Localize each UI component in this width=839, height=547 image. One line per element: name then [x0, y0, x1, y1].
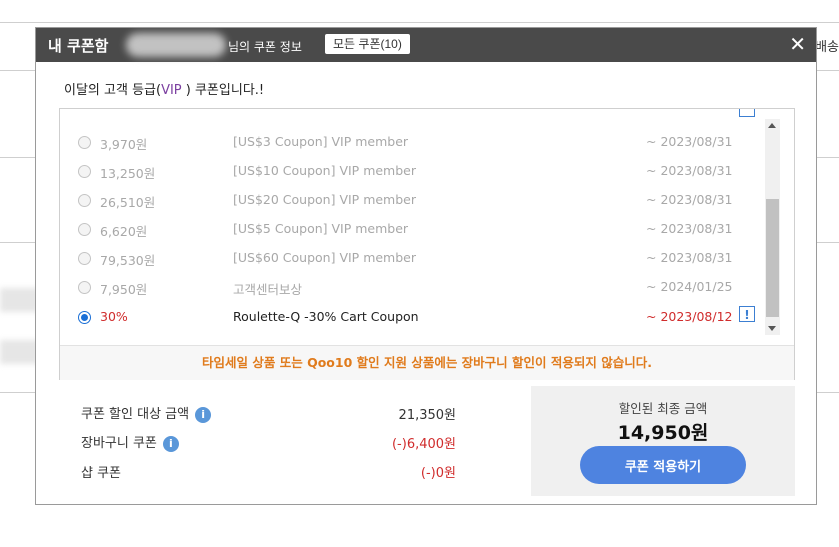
cart-coupon-text: 장바구니 쿠폰	[81, 436, 157, 451]
coupon-expiry: ~ 2024/01/25	[646, 279, 733, 294]
coupon-radio[interactable]	[78, 165, 91, 178]
blurred-username	[126, 33, 226, 57]
modal-header: 내 쿠폰함 님의 쿠폰 정보 모든 쿠폰(10) ✕	[36, 28, 816, 62]
scroll-thumb[interactable]	[766, 199, 779, 317]
coupon-radio-selected[interactable]	[78, 311, 91, 324]
coupon-amount: 7,950원	[100, 282, 148, 297]
cart-discount-warning: 타임세일 상품 또는 Qoo10 할인 지원 상품에는 장바구니 할인이 적용되…	[60, 345, 794, 380]
shop-coupon-label: 샵 쿠폰	[81, 466, 122, 481]
scrollbar[interactable]	[765, 119, 780, 335]
coupon-radio[interactable]	[78, 252, 91, 265]
target-amount-value: 21,350원	[398, 408, 456, 423]
coupon-expiry: ~ 2023/08/31	[646, 192, 733, 207]
coupon-modal: 내 쿠폰함 님의 쿠폰 정보 모든 쿠폰(10) ✕ 이달의 고객 등급(VIP…	[35, 27, 817, 505]
grade-suffix: ) 쿠폰입니다.!	[181, 83, 265, 98]
target-amount-label: 쿠폰 할인 대상 금액 i	[81, 403, 212, 423]
grade-notice: 이달의 고객 등급(VIP ) 쿠폰입니다.!	[64, 79, 264, 98]
final-amount-value: 14,950원	[617, 422, 709, 444]
coupon-amount: 26,510원	[100, 195, 156, 210]
coupon-expiry: ~ 2023/08/31	[646, 134, 733, 149]
scroll-up-icon[interactable]	[768, 123, 776, 128]
coupon-row[interactable]: 7,950원 고객센터보상 ~ 2024/01/25	[60, 274, 766, 303]
coupon-name: Roulette-Q -30% Cart Coupon	[233, 309, 419, 324]
coupon-row[interactable]: 13,250원 [US$10 Coupon] VIP member ~ 2023…	[60, 158, 766, 187]
coupon-name: [US$3 Coupon] VIP member	[233, 134, 409, 149]
coupon-radio[interactable]	[78, 223, 91, 236]
coupon-row[interactable]: 79,530원 [US$60 Coupon] VIP member ~ 2023…	[60, 245, 766, 274]
cart-coupon-label: 장바구니 쿠폰 i	[81, 432, 179, 452]
bg-delivery-text: 배송	[815, 40, 839, 55]
coupon-row[interactable]: 6,620원 [US$5 Coupon] VIP member ~ 2023/0…	[60, 216, 766, 245]
coupon-amount: 79,530원	[100, 253, 156, 268]
info-icon[interactable]: i	[195, 406, 212, 423]
final-amount-label: 할인된 최종 금액	[618, 401, 708, 416]
apply-coupon-button[interactable]: 쿠폰 적용하기	[580, 446, 746, 484]
grade-prefix: 이달의 고객 등급(	[64, 83, 162, 98]
bg-blurred-item	[0, 340, 40, 364]
modal-subtitle: 님의 쿠폰 정보	[228, 40, 302, 54]
coupon-name: [US$10 Coupon] VIP member	[233, 163, 417, 178]
coupon-amount: 6,620원	[100, 224, 148, 239]
cart-coupon-value: (-)6,400원	[391, 437, 456, 452]
shop-coupon-value: (-)0원	[420, 466, 456, 481]
target-amount-text: 쿠폰 할인 대상 금액	[81, 407, 190, 422]
coupon-amount: 3,970원	[100, 137, 148, 152]
coupon-radio[interactable]	[78, 281, 91, 294]
bg-divider	[0, 22, 839, 23]
final-amount-panel: 할인된 최종 금액 14,950원 쿠폰 적용하기	[531, 386, 795, 496]
coupon-expiry: ~ 2023/08/31	[646, 163, 733, 178]
exclamation-icon[interactable]: !	[739, 306, 755, 322]
coupon-row[interactable]: 26,510원 [US$20 Coupon] VIP member ~ 2023…	[60, 187, 766, 216]
coupon-expiry: ~ 2023/08/12	[646, 309, 733, 324]
coupon-name: [US$5 Coupon] VIP member	[233, 221, 409, 236]
coupon-row[interactable]: 3,970원 [US$3 Coupon] VIP member ~ 2023/0…	[60, 129, 766, 158]
close-icon[interactable]: ✕	[789, 32, 806, 56]
coupon-radio[interactable]	[78, 136, 91, 149]
grade-vip: VIP	[161, 83, 182, 98]
coupon-name: [US$20 Coupon] VIP member	[233, 192, 417, 207]
coupon-expiry: ~ 2023/08/31	[646, 250, 733, 265]
coupon-name: [US$60 Coupon] VIP member	[233, 250, 417, 265]
bg-blurred-item	[0, 288, 40, 312]
coupon-row-selected[interactable]: 30% Roulette-Q -30% Cart Coupon ~ 2023/0…	[60, 304, 766, 333]
modal-title: 내 쿠폰함	[48, 37, 109, 55]
coupon-amount: 13,250원	[100, 166, 156, 181]
coupon-name: 고객센터보상	[233, 282, 303, 297]
coupon-radio[interactable]	[78, 194, 91, 207]
coupon-amount: 30%	[100, 309, 128, 324]
info-icon	[739, 109, 755, 117]
coupon-list: 3,970원 [US$3 Coupon] VIP member ~ 2023/0…	[59, 108, 795, 380]
coupon-expiry: ~ 2023/08/31	[646, 221, 733, 236]
scroll-down-icon[interactable]	[768, 326, 776, 331]
info-icon[interactable]: i	[162, 435, 179, 452]
all-coupons-button[interactable]: 모든 쿠폰(10)	[325, 34, 410, 54]
